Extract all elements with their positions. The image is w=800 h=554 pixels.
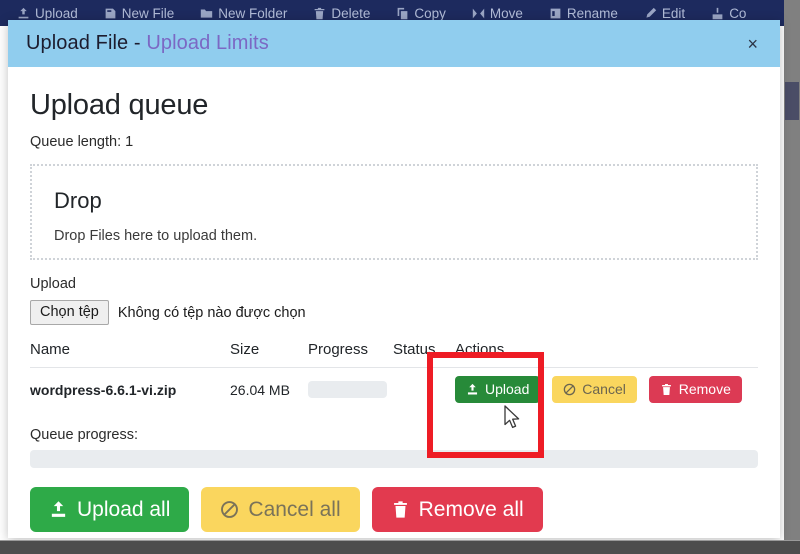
- dialog-body: Upload queue Queue length: 1 Drop Drop F…: [8, 67, 780, 538]
- chosen-file-text: Không có tệp nào được chọn: [117, 304, 306, 321]
- toolbar-item-new-file[interactable]: New File: [91, 6, 188, 21]
- cancel-all-button-label: Cancel all: [248, 498, 341, 522]
- toolbar-item-rename[interactable]: Rename: [536, 6, 631, 21]
- browser-status-bar: [0, 540, 800, 554]
- upload-limits-link[interactable]: Upload Limits: [146, 32, 268, 54]
- cell-file-name: wordpress-6.6.1-vi.zip: [30, 381, 177, 398]
- rename-icon: [549, 7, 562, 20]
- ban-icon: [220, 500, 239, 519]
- toolbar-item-label: Upload: [35, 5, 78, 21]
- upload-icon: [466, 383, 479, 396]
- upload-all-button-label: Upload all: [77, 498, 171, 522]
- row-upload-button-label: Upload: [485, 381, 530, 397]
- page-title: Upload queue: [30, 89, 209, 121]
- dialog-footer-buttons: Upload all Cancel all Remove all: [30, 487, 758, 533]
- remove-all-button-label: Remove all: [418, 498, 524, 522]
- table-header-row: Name Size Progress Status Actions: [30, 341, 758, 368]
- toolbar-item-new-folder[interactable]: New Folder: [187, 6, 300, 21]
- upload-icon: [49, 500, 68, 519]
- cell-actions: Upload Cancel Remove: [455, 368, 758, 414]
- upload-all-button[interactable]: Upload all: [30, 487, 190, 533]
- toolbar-item-label: Move: [489, 5, 523, 21]
- dialog-header: Upload File - Upload Limits ×: [8, 20, 780, 67]
- toolbar-item-delete[interactable]: Delete: [300, 6, 383, 21]
- queue-progress-bar: [30, 450, 758, 469]
- trash-icon: [391, 500, 410, 519]
- column-header-progress: Progress: [308, 341, 393, 368]
- row-remove-button[interactable]: Remove: [648, 376, 742, 404]
- toolbar-item-edit[interactable]: Edit: [631, 6, 698, 21]
- file-dropzone[interactable]: Drop Drop Files here to upload them.: [30, 164, 758, 260]
- table-row: wordpress-6.6.1-vi.zip 26.04 MB Upload C…: [30, 368, 758, 414]
- dropzone-title: Drop: [54, 188, 102, 213]
- row-upload-button[interactable]: Upload: [455, 376, 541, 404]
- toolbar-item-label: Rename: [566, 5, 618, 21]
- new-folder-icon: [200, 7, 213, 20]
- queue-progress-label: Queue progress:: [30, 427, 139, 444]
- toolbar-item-compress[interactable]: Co: [698, 6, 759, 21]
- trash-icon: [660, 383, 673, 396]
- compress-icon: [711, 7, 724, 20]
- toolbar-item-label: Co: [729, 5, 747, 21]
- page-scrollbar[interactable]: [784, 26, 800, 554]
- new-file-icon: [104, 7, 117, 20]
- cancel-all-button[interactable]: Cancel all: [201, 487, 360, 533]
- toolbar-item-label: Edit: [661, 5, 686, 21]
- trash-icon: [313, 7, 326, 20]
- page-scrollbar-thumb[interactable]: [785, 82, 799, 120]
- column-header-name: Name: [30, 341, 230, 368]
- dialog-title: Upload File - Upload Limits: [26, 32, 269, 55]
- cell-file-size: 26.04 MB: [230, 381, 290, 398]
- move-icon: [472, 7, 485, 20]
- cell-progress: [308, 368, 393, 414]
- file-input-row: Chọn tệp Không có tệp nào được chọn: [30, 300, 758, 325]
- close-icon[interactable]: ×: [741, 31, 764, 57]
- toolbar-item-label: New Folder: [218, 5, 288, 21]
- toolbar-item-copy[interactable]: Copy: [383, 6, 459, 21]
- toolbar-item-move[interactable]: Move: [459, 6, 536, 21]
- column-header-actions: Actions: [455, 341, 758, 368]
- cell-status: [393, 368, 455, 414]
- edit-icon: [644, 7, 657, 20]
- row-cancel-button[interactable]: Cancel: [552, 376, 637, 404]
- column-header-status: Status: [393, 341, 455, 368]
- dialog-title-main: Upload File -: [26, 32, 147, 54]
- row-progress-bar: [308, 381, 387, 399]
- toolbar-item-label: New File: [121, 5, 175, 21]
- column-header-size: Size: [230, 341, 308, 368]
- dropzone-hint: Drop Files here to upload them.: [54, 228, 258, 244]
- toolbar-item-upload[interactable]: Upload: [4, 6, 91, 21]
- copy-icon: [396, 7, 409, 20]
- queue-length-text: Queue length: 1: [30, 134, 134, 150]
- row-remove-button-label: Remove: [678, 381, 731, 397]
- upload-file-dialog: Upload File - Upload Limits × Upload que…: [8, 20, 780, 538]
- upload-queue-table: Name Size Progress Status Actions wordpr…: [30, 341, 758, 413]
- toolbar-item-label: Copy: [414, 5, 446, 21]
- row-cancel-button-label: Cancel: [582, 381, 626, 397]
- toolbar-item-label: Delete: [331, 5, 371, 21]
- upload-icon: [17, 7, 30, 20]
- choose-file-button[interactable]: Chọn tệp: [30, 300, 109, 325]
- upload-field-label: Upload: [30, 276, 76, 292]
- ban-icon: [563, 383, 576, 396]
- remove-all-button[interactable]: Remove all: [371, 487, 543, 533]
